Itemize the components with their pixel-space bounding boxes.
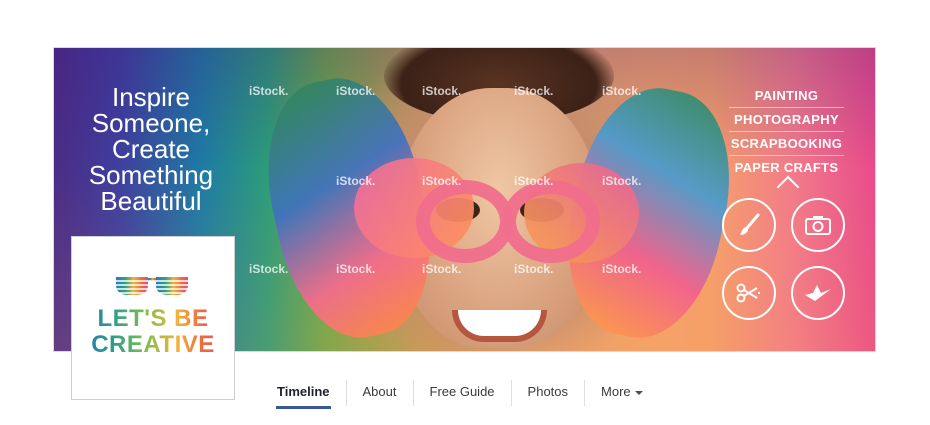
tab-divider <box>510 380 512 406</box>
cover-tagline: Inspire Someone, Create Something Beauti… <box>76 84 226 214</box>
watermark: iStock. <box>602 84 642 98</box>
watermark: iStock. <box>249 84 289 98</box>
tab-photos[interactable]: Photos <box>518 378 578 408</box>
menu-item-photography: PHOTOGRAPHY <box>729 108 844 132</box>
tagline-line: Inspire <box>111 82 191 112</box>
watermark: iStock. <box>602 262 642 276</box>
tab-timeline[interactable]: Timeline <box>267 378 340 409</box>
paintbrush-icon <box>722 198 776 252</box>
watermark: iStock. <box>602 174 642 188</box>
logo-text-line2: CREATIVE <box>72 331 234 359</box>
watermark: iStock. <box>422 84 462 98</box>
watermark: iStock. <box>249 262 289 276</box>
tab-free-guide[interactable]: Free Guide <box>420 378 505 408</box>
craft-category-menu: PAINTING PHOTOGRAPHY SCRAPBOOKING PAPER … <box>729 84 844 179</box>
watermark: iStock. <box>514 84 554 98</box>
watermark: iStock. <box>336 174 376 188</box>
tagline-line: Beautiful <box>100 186 202 216</box>
tab-label: Timeline <box>277 384 330 399</box>
tab-about[interactable]: About <box>353 378 407 408</box>
logo-text-line1: LET'S BE <box>72 305 234 333</box>
scissors-icon <box>722 266 776 320</box>
menu-item-scrapbooking: SCRAPBOOKING <box>729 132 844 156</box>
tab-label: About <box>362 384 397 399</box>
tagline-line: Something <box>88 160 214 190</box>
tab-divider <box>412 380 414 406</box>
finger-glasses-left <box>416 180 514 263</box>
watermark: iStock. <box>336 84 376 98</box>
tab-label: Photos <box>527 384 569 399</box>
tab-divider <box>584 380 586 406</box>
chevron-down-icon <box>634 390 643 395</box>
tagline-line: Someone, <box>91 108 211 138</box>
tagline-line: Create <box>111 134 191 164</box>
menu-item-painting: PAINTING <box>729 84 844 108</box>
paper-craft-icon <box>791 266 845 320</box>
tab-label: More <box>601 384 631 399</box>
camera-icon <box>791 198 845 252</box>
watermark: iStock. <box>514 262 554 276</box>
tab-more[interactable]: More <box>591 378 653 408</box>
tab-divider <box>345 380 347 406</box>
watermark: iStock. <box>422 174 462 188</box>
profile-picture[interactable]: LET'S BE CREATIVE <box>71 236 235 400</box>
caret-up-icon <box>776 175 800 199</box>
watermark: iStock. <box>336 262 376 276</box>
page-nav-tabs: Timeline About Free Guide Photos More <box>267 378 653 409</box>
tab-label: Free Guide <box>429 384 495 399</box>
watermark: iStock. <box>422 262 462 276</box>
watermark: iStock. <box>514 174 554 188</box>
finger-glasses-right <box>502 180 600 263</box>
sunglasses-logo-icon <box>116 277 188 295</box>
